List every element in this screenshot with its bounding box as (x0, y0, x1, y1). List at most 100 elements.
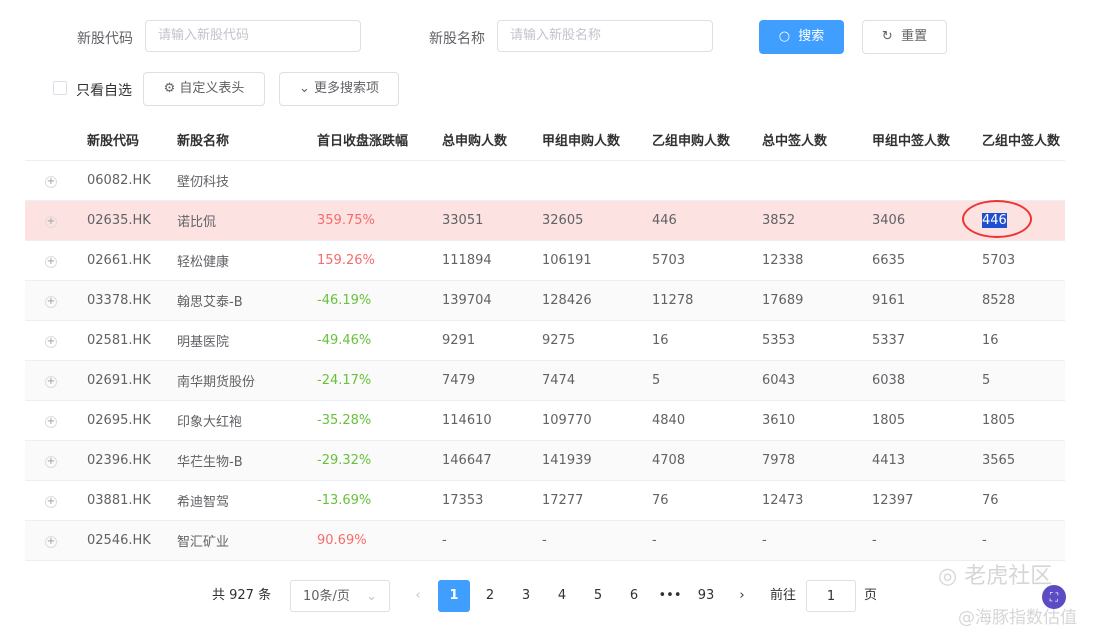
table-cell: - (442, 520, 542, 561)
table-row[interactable]: +02635.HK 诺比侃 359.75% 33051 32605 446 3852 3406… (25, 200, 1065, 241)
cell-value: 1805 (982, 412, 1016, 428)
cell-value: 12397 (872, 492, 914, 508)
watchlist-checkbox[interactable] (53, 81, 67, 95)
table-cell: 翰思艾泰-B (177, 280, 317, 321)
page-size-select[interactable]: 10条/页 ⌄ (290, 580, 390, 612)
cell-value: 4413 (872, 452, 906, 468)
column-header[interactable]: 总中签人数 (762, 120, 872, 161)
column-header[interactable]: 新股代码 (87, 120, 177, 161)
column-header[interactable]: 甲组申购人数 (542, 120, 652, 161)
cell-value: 32605 (542, 212, 584, 228)
more-filters-button[interactable]: ⌄ 更多搜索项 (279, 72, 399, 106)
table-cell: 5703 (982, 240, 1065, 281)
cell-value: 6043 (762, 372, 796, 388)
table-cell (872, 160, 982, 201)
column-header[interactable]: 新股名称 (177, 120, 317, 161)
cell-value: - (982, 532, 987, 548)
cell-value: 7474 (542, 372, 576, 388)
expand-icon[interactable]: + (45, 495, 57, 508)
page-button[interactable]: 4 (546, 580, 578, 612)
table-cell: 359.75% (317, 200, 442, 241)
table-row[interactable]: +03881.HK 希迪智驾 -13.69% 17353 17277 76 12473 123… (25, 480, 1065, 521)
goto-page-input[interactable]: 1 (806, 580, 856, 612)
table-cell: 109770 (542, 400, 652, 441)
name-label: 新股名称 (429, 31, 485, 47)
table-cell: 3610 (762, 400, 872, 441)
table-cell: 02581.HK (87, 320, 177, 361)
expand-icon[interactable]: + (45, 335, 57, 348)
search-button[interactable]: ○ 搜索 (759, 20, 844, 54)
column-header[interactable]: 总申购人数 (442, 120, 542, 161)
table-cell: 1805 (872, 400, 982, 441)
column-header[interactable]: 乙组申购人数 (652, 120, 762, 161)
expand-icon[interactable]: + (45, 255, 57, 268)
table-cell: 明基医院 (177, 320, 317, 361)
total-count: 共 927 条 (212, 588, 272, 603)
page-button[interactable]: ••• (654, 580, 686, 612)
table-cell: 6043 (762, 360, 872, 401)
table-cell: -35.28% (317, 400, 442, 441)
cell-value: 4708 (652, 452, 686, 468)
cell-value: 华芢生物-B (177, 454, 243, 470)
expand-icon[interactable]: + (45, 375, 57, 388)
name-input[interactable]: 请输入新股名称 (497, 20, 713, 52)
next-page-button[interactable]: › (726, 580, 758, 612)
page-button[interactable]: 5 (582, 580, 614, 612)
expand-icon[interactable]: + (45, 175, 57, 188)
expand-cell: + (25, 520, 87, 561)
table-cell: - (982, 520, 1065, 561)
table-row[interactable]: +02695.HK 印象大红袍 -35.28% 114610 109770 4840 361… (25, 400, 1065, 441)
table-row[interactable]: +02546.HK 智汇矿业 90.69% - - - - - - (25, 520, 1065, 561)
column-header[interactable]: 首日收盘涨跌幅 (317, 120, 442, 161)
column-header[interactable]: 甲组中签人数 (872, 120, 982, 161)
table-cell (982, 160, 1065, 201)
watchlist-label[interactable]: 只看自选 (76, 80, 132, 100)
search-icon: ○ (778, 29, 799, 44)
expand-icon[interactable]: + (45, 455, 57, 468)
chevron-down-icon: ⌄ (366, 589, 377, 604)
table-cell: 12338 (762, 240, 872, 281)
page-size-value: 10条/页 (303, 589, 350, 604)
cell-value: 111894 (442, 252, 492, 268)
reset-button[interactable]: ↻ 重置 (862, 20, 947, 54)
table-cell: 6038 (872, 360, 982, 401)
table-cell: 希迪智驾 (177, 480, 317, 521)
prev-page-button[interactable]: ‹ (402, 580, 434, 612)
page-button[interactable]: 3 (510, 580, 542, 612)
page-button[interactable]: 1 (438, 580, 470, 612)
expand-icon[interactable]: + (45, 295, 57, 308)
table-cell: 11278 (652, 280, 762, 321)
page-button[interactable]: 2 (474, 580, 506, 612)
cell-value: -46.19% (317, 292, 372, 308)
expand-icon[interactable]: + (45, 535, 57, 548)
table-row[interactable]: +02661.HK 轻松健康 159.26% 111894 106191 5703 1233… (25, 240, 1065, 281)
table-cell: 华芢生物-B (177, 440, 317, 481)
table-row[interactable]: +06082.HK 壁仞科技 (25, 160, 1065, 201)
code-input[interactable]: 请输入新股代码 (145, 20, 361, 52)
annotation-circle (962, 200, 1032, 238)
table-cell: -29.32% (317, 440, 442, 481)
table-cell: 诺比侃 (177, 200, 317, 241)
table-cell: 9291 (442, 320, 542, 361)
table-row[interactable]: +02396.HK 华芢生物-B -29.32% 146647 141939 4708 79… (25, 440, 1065, 481)
table-cell: 139704 (442, 280, 542, 321)
table-cell: 02661.HK (87, 240, 177, 281)
cell-value: 06082.HK (87, 172, 151, 188)
page-button[interactable]: 93 (690, 580, 722, 612)
expand-icon[interactable]: + (45, 415, 57, 428)
fullscreen-icon[interactable]: ⛶ (1042, 585, 1066, 609)
table-row[interactable]: +02691.HK 南华期货股份 -24.17% 7479 7474 5 6043 6038 5 (25, 360, 1065, 401)
cell-value: 诺比侃 (177, 214, 217, 230)
more-filters-label: 更多搜索项 (314, 81, 380, 96)
custom-header-button[interactable]: ⚙ 自定义表头 (143, 72, 265, 106)
cell-value: 02635.HK (87, 212, 151, 228)
page-button[interactable]: 6 (618, 580, 650, 612)
table-row[interactable]: +02581.HK 明基医院 -49.46% 9291 9275 16 5353 5337 16 (25, 320, 1065, 361)
table-cell: 南华期货股份 (177, 360, 317, 401)
cell-value: - (542, 532, 547, 548)
cell-value: -29.32% (317, 452, 372, 468)
column-header[interactable]: 乙组中签人数 (982, 120, 1065, 161)
table-row[interactable]: +03378.HK 翰思艾泰-B -46.19% 139704 128426 11278 1… (25, 280, 1065, 321)
expand-icon[interactable]: + (45, 215, 57, 228)
expand-cell: + (25, 440, 87, 481)
